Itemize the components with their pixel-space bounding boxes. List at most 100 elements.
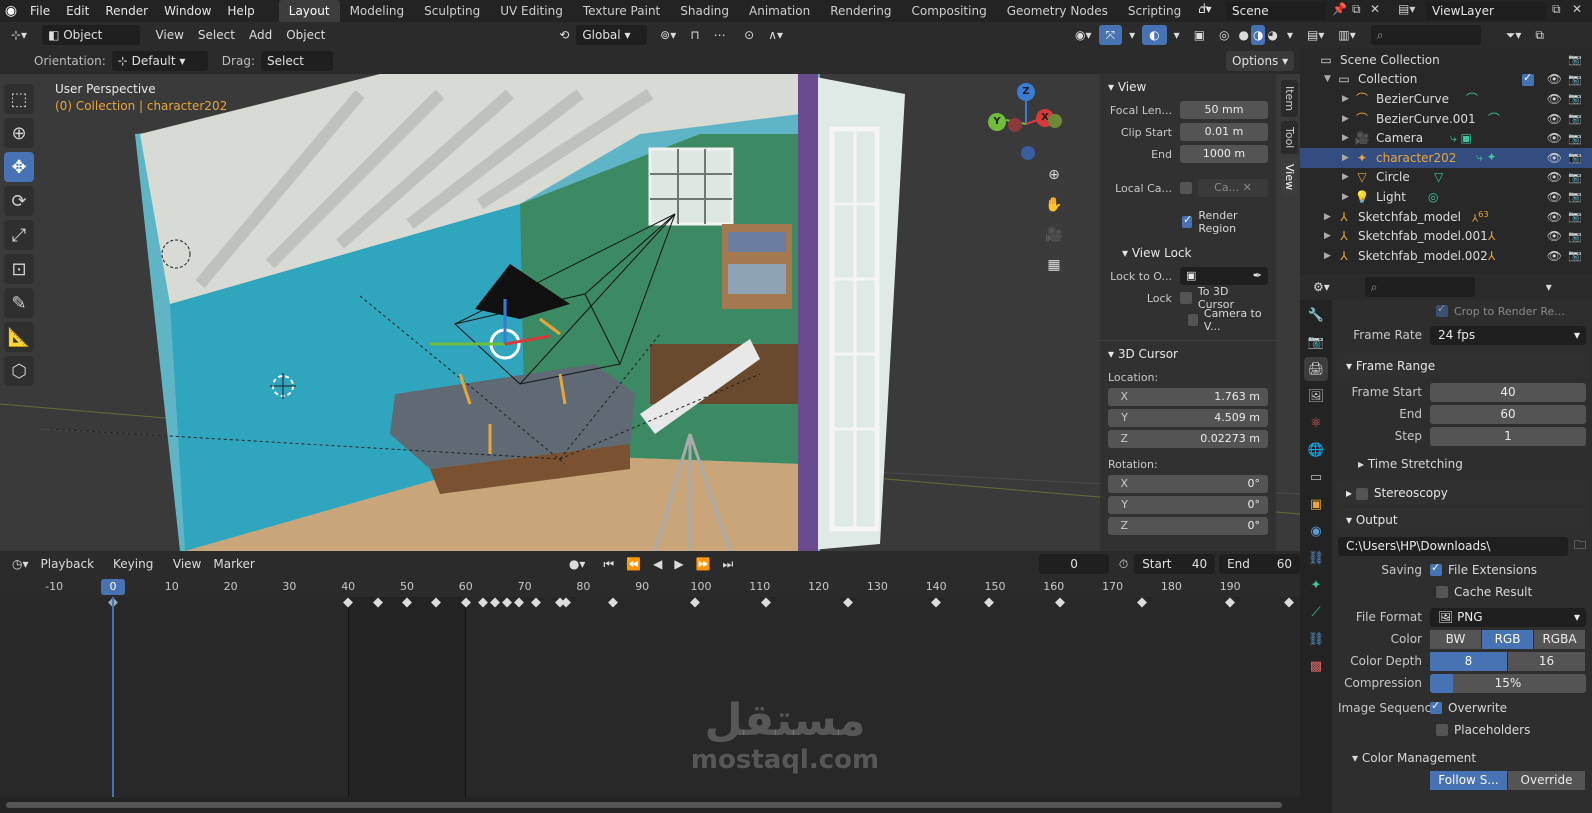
world-tab-icon[interactable]: 🌐 [1304,438,1328,462]
expand-triangle-icon[interactable]: ▶ [1324,231,1336,241]
playhead-frame-label[interactable]: 0 [101,579,125,595]
camera-icon[interactable]: 📷 [1568,249,1582,262]
record-icon[interactable]: ●▾ [563,554,592,574]
scene-tab-icon[interactable]: ⚛ [1304,411,1328,435]
gizmo-neg-x[interactable] [1008,118,1022,132]
outliner-item[interactable]: ▶ 💡 Light ◎ 👁 📷 [1300,187,1592,207]
expand-triangle-icon[interactable]: ▼ [1324,74,1336,84]
clip-start-field[interactable]: 0.01 m [1180,123,1268,141]
scale-tool-icon[interactable]: ⤢ [4,220,34,250]
outliner-search-input[interactable]: ⌕ [1370,25,1481,45]
expand-triangle-icon[interactable]: ▶ [1324,212,1336,222]
cursor-location-x-field[interactable]: X 1.763 m [1108,388,1268,406]
follow-scene-option[interactable]: Follow S... [1430,770,1507,790]
tab-uv-editing[interactable]: UV Editing [490,0,573,22]
shading-wireframe-icon[interactable]: ◎ [1212,25,1236,45]
menu-window[interactable]: Window [156,0,219,22]
pivot-point-icon[interactable]: ⊚▾ [653,25,683,45]
tab-layout[interactable]: Layout [278,0,340,22]
keyframe-diamond[interactable] [502,597,512,608]
expand-triangle-icon[interactable]: ▶ [1324,251,1336,261]
compression-slider[interactable]: 15% [1430,673,1586,693]
scene-selector[interactable]: Scene [1226,2,1326,20]
editor-type-icon[interactable]: ⊹▾ [4,25,34,45]
3d-cursor-section-header[interactable]: ▾ 3D Cursor [1100,340,1276,365]
tab-rendering[interactable]: Rendering [820,0,901,22]
keyframe-diamond[interactable] [1284,597,1294,608]
menu-file[interactable]: File [22,0,58,22]
xray-icon[interactable]: ▣ [1187,25,1212,45]
timeline-menu-playback[interactable]: Playback ▾ [35,554,108,591]
child-object-icon[interactable]: ⅄ [1488,249,1495,263]
rotate-tool-icon[interactable]: ⟳ [4,186,34,216]
outliner-editor-icon[interactable]: ▤▾ [1300,25,1331,45]
view-layer-icon[interactable]: ▤▾ [1398,2,1415,16]
keyframe-diamond[interactable] [490,597,501,608]
menu-help[interactable]: Help [219,0,262,22]
cursor-rotation-z-field[interactable]: Z 0° [1108,517,1268,535]
camera-icon[interactable]: 📷 [1568,112,1582,125]
bone-constraint-tab-icon[interactable]: ⛓ [1304,627,1328,651]
drag-dropdown[interactable]: Select Box ▾ [260,51,333,88]
eyedropper-icon[interactable]: ✒ [1253,267,1268,285]
jump-start-icon[interactable]: ⏮ [597,554,620,574]
timeline-ruler[interactable]: -10 0 10 20 30 40 50 60 70 80 90 100 110 120 130 140 150… [0,577,1300,597]
proportional-edit-icon[interactable]: ⊙ [737,25,761,45]
keyframe-diamond[interactable] [690,597,701,608]
keyframe-diamond[interactable] [513,597,524,608]
color-depth-option-8[interactable]: 8 [1430,651,1507,671]
color-mode-selector[interactable]: BW RGB RGBA [1430,629,1586,649]
overlay-toggle-icon[interactable]: ◐ [1142,25,1167,45]
color-management-subsection[interactable]: ▾ Color Management [1338,747,1586,769]
expand-triangle-icon[interactable]: ▶ [1342,114,1354,124]
mode-selector[interactable]: ◧ Object Mode ▾ [42,25,141,62]
camera-icon[interactable]: 📷 [1568,171,1582,184]
snap-icon[interactable]: ⊓ [683,25,706,45]
eye-icon[interactable]: 👁 [1547,170,1562,184]
menu-edit[interactable]: Edit [58,0,97,22]
snap-target-icon[interactable]: ⋯▾ [707,25,738,62]
eye-icon[interactable]: 👁 [1547,229,1562,243]
keyframe-diamond[interactable] [1054,597,1065,608]
outliner-item[interactable]: ▶ 🎥 Camera ⤷ ▣ 👁 📷 [1300,128,1592,148]
gizmo-z-axis[interactable]: Z [1017,83,1035,101]
frame-end-field[interactable]: 60 [1430,404,1586,424]
outliner-item[interactable]: ▶ ⅄ Sketchfab_model.002 ⅄ 👁 📷 [1300,246,1592,266]
collection-checkbox[interactable] [1522,71,1540,86]
tab-shading[interactable]: Shading [670,0,739,22]
texture-tab-icon[interactable]: ▩ [1304,654,1328,678]
zoom-icon[interactable]: ⊕ [1041,162,1067,188]
scene-pin-icon[interactable]: 📌 [1332,2,1347,16]
keyframe-diamond[interactable] [843,597,853,608]
new-scene-icon[interactable]: ⧉ [1352,2,1361,17]
eye-icon[interactable]: 👁 [1547,92,1562,106]
stereoscopy-checkbox[interactable] [1355,487,1368,500]
camera-icon[interactable]: 📷 [1568,132,1582,145]
filter-icon[interactable]: ⏷▾ [1499,25,1529,45]
preview-range-icon[interactable]: ⏱ [1113,554,1134,574]
timeline-editor-icon[interactable]: ◷▾ [6,554,35,574]
outliner-item[interactable]: ▶ ⅄ Sketchfab_model ⅄63 👁 📷 [1300,207,1592,227]
color-management-selector[interactable]: Follow S... Override [1430,770,1586,790]
bone-tab-icon[interactable]: ⟋ [1304,600,1328,624]
outliner-item[interactable]: ▶ ⌒ BezierCurve.001 ⌒ 👁 📷 [1300,109,1592,129]
overwrite-checkbox[interactable] [1430,699,1442,714]
file-format-dropdown[interactable]: 🖼 PNG ▾ [1430,607,1586,627]
expand-triangle-icon[interactable]: ▶ [1342,94,1354,104]
cursor-rotation-x-field[interactable]: X 0° [1108,475,1268,493]
frame-step-field[interactable]: 1 [1430,426,1586,446]
children-badge[interactable]: ⅄63 [1472,209,1489,224]
eye-icon[interactable]: 👁 [1547,131,1562,145]
transform-orientation-dropdown[interactable]: Global ▾ [576,25,648,45]
playhead-line[interactable] [112,597,114,797]
color-option-rgba[interactable]: RGBA [1534,629,1585,649]
navigation-gizmo[interactable]: Z X Y [988,82,1070,162]
tool-tab-icon[interactable]: 🔧 [1304,303,1328,327]
tab-compositing[interactable]: Compositing [901,0,996,22]
blender-logo-icon[interactable]: ◉ [0,0,22,22]
tab-modeling[interactable]: Modeling [340,0,415,22]
folder-icon[interactable]: 🗀 [1574,536,1586,557]
viewport-menu-select[interactable]: Select [191,25,242,45]
camera-data-icon[interactable]: ⤷ ▣ [1450,131,1472,146]
camera-icon[interactable]: 📷 [1568,230,1582,243]
